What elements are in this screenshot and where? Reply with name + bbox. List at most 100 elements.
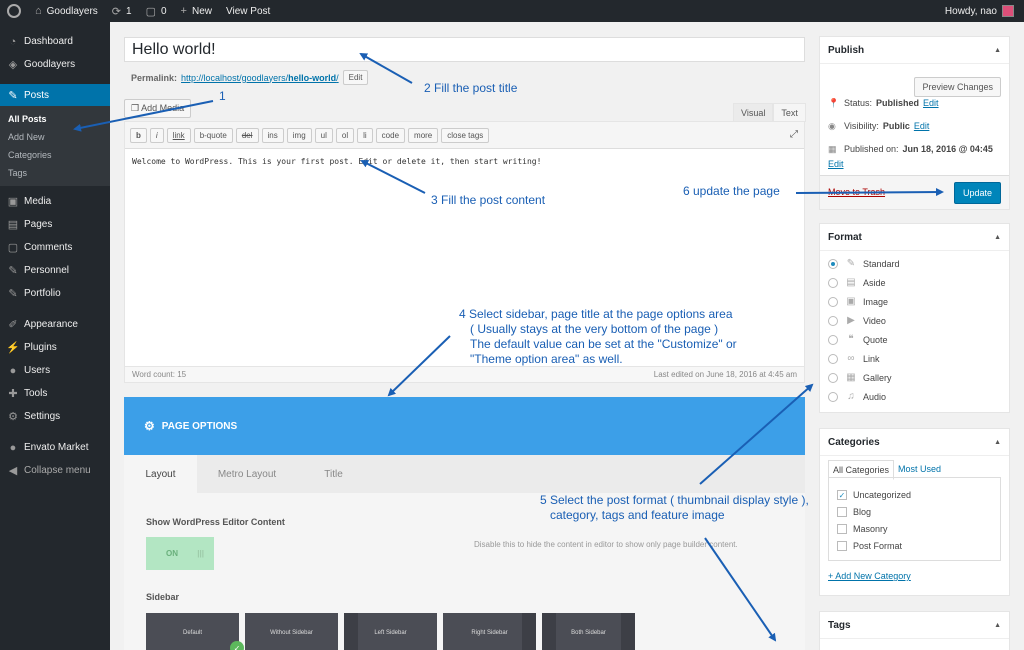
radio-button[interactable] xyxy=(828,296,838,307)
category-blog[interactable]: Blog xyxy=(837,507,871,517)
updates-link[interactable]: ⟳ 1 xyxy=(105,0,139,22)
format-option-audio[interactable]: ♫ Audio xyxy=(828,391,886,402)
menu-personnel[interactable]: ✎ Personnel xyxy=(0,259,110,282)
menu-comments[interactable]: ▢ Comments xyxy=(0,236,110,259)
submenu-all-posts[interactable]: All Posts xyxy=(0,110,110,128)
radio-button[interactable] xyxy=(828,315,838,326)
sidebar-option-without[interactable]: Without Sidebar xyxy=(245,613,338,650)
menu-media[interactable]: ▣ Media xyxy=(0,190,110,213)
collapse-arrow-icon[interactable]: ▲ xyxy=(994,234,1001,241)
wordpress-logo[interactable] xyxy=(0,0,28,22)
tab-visual[interactable]: Visual xyxy=(733,103,774,122)
qt-img-button[interactable]: img xyxy=(286,127,312,143)
submenu-tags[interactable]: Tags xyxy=(0,164,110,182)
wordpress-icon xyxy=(7,4,21,18)
menu-settings[interactable]: ⚙ Settings xyxy=(0,405,110,428)
menu-appearance[interactable]: ✐ Appearance xyxy=(0,313,110,336)
format-option-video[interactable]: ▶ Video xyxy=(828,315,886,326)
menu-goodlayers[interactable]: ◈ Goodlayers xyxy=(0,53,110,76)
qt-ul-button[interactable]: ul xyxy=(314,127,333,143)
sidebar-option-default[interactable]: Default ✓ xyxy=(146,613,244,650)
categories-box-header[interactable]: Categories ▲ xyxy=(820,429,1009,456)
qt-close-tags-button[interactable]: close tags xyxy=(441,127,490,143)
post-content-textarea[interactable]: Welcome to WordPress. This is your first… xyxy=(125,149,804,174)
menu-dashboard[interactable]: ◔ Dashboard xyxy=(0,30,110,53)
published-edit-link[interactable]: Edit xyxy=(828,159,844,169)
qt-link-button[interactable]: link xyxy=(166,127,191,143)
category-post-format[interactable]: Post Format xyxy=(837,541,902,551)
qt-code-button[interactable]: code xyxy=(375,127,406,143)
new-content-link[interactable]: + New xyxy=(174,0,219,22)
tab-text[interactable]: Text xyxy=(773,103,806,122)
annotation-4-line: The default value can be set at the "Cus… xyxy=(470,337,737,351)
format-option-standard[interactable]: ✎ Standard xyxy=(828,258,900,269)
checkbox[interactable] xyxy=(837,524,847,534)
radio-button[interactable] xyxy=(828,372,838,383)
submenu-add-new[interactable]: Add New xyxy=(0,128,110,146)
move-to-trash-link[interactable]: Move to Trash xyxy=(828,187,885,197)
show-editor-toggle[interactable]: ON ||| xyxy=(146,537,214,570)
format-option-gallery[interactable]: ▦ Gallery xyxy=(828,372,892,383)
menu-tools[interactable]: ✚ Tools xyxy=(0,382,110,405)
submenu-categories[interactable]: Categories xyxy=(0,146,110,164)
radio-button[interactable] xyxy=(828,334,838,345)
qt-del-button[interactable]: del xyxy=(235,127,259,143)
checkbox[interactable] xyxy=(837,507,847,517)
radio-button[interactable] xyxy=(828,391,838,402)
menu-envato-market[interactable]: ● Envato Market xyxy=(0,436,110,459)
pin-icon: ✎ xyxy=(8,89,18,102)
tab-title[interactable]: Title xyxy=(297,455,370,493)
qt-ins-button[interactable]: ins xyxy=(261,127,284,143)
format-option-image[interactable]: ▣ Image xyxy=(828,296,888,307)
menu-pages[interactable]: ▤ Pages xyxy=(0,213,110,236)
menu-users[interactable]: ● Users xyxy=(0,359,110,382)
permalink-link[interactable]: http://localhost/goodlayers/hello-world/ xyxy=(181,73,339,83)
radio-button[interactable] xyxy=(828,258,838,269)
checkbox[interactable] xyxy=(837,541,847,551)
qt-li-button[interactable]: li xyxy=(357,127,373,143)
format-option-quote[interactable]: ❝ Quote xyxy=(828,334,888,345)
format-box-header[interactable]: Format ▲ xyxy=(820,224,1009,251)
menu-plugins[interactable]: ⚡ Plugins xyxy=(0,336,110,359)
tags-box-header[interactable]: Tags ▲ xyxy=(820,612,1009,639)
publish-box-header[interactable]: Publish ▲ xyxy=(820,37,1009,64)
post-title-input[interactable]: Hello world! xyxy=(124,37,805,62)
comments-link[interactable]: ▢ 0 xyxy=(139,0,174,22)
view-post-link[interactable]: View Post xyxy=(219,0,277,22)
menu-posts[interactable]: ✎ Posts xyxy=(0,84,110,106)
add-new-category-link[interactable]: + Add New Category xyxy=(828,571,911,581)
preview-changes-button[interactable]: Preview Changes xyxy=(914,77,1001,97)
format-option-aside[interactable]: ▤ Aside xyxy=(828,277,886,288)
sidebar-option-right[interactable]: Right Sidebar xyxy=(443,613,536,650)
sidebar-option-left[interactable]: Left Sidebar xyxy=(344,613,437,650)
checkbox[interactable]: ✓ xyxy=(837,490,847,500)
account-menu[interactable]: Howdy, nao xyxy=(945,5,1024,17)
tab-layout[interactable]: Layout xyxy=(124,455,197,493)
sidebar-option-label: Default xyxy=(182,630,202,636)
visibility-edit-link[interactable]: Edit xyxy=(914,121,930,132)
qt-more-button[interactable]: more xyxy=(408,127,439,143)
qt-ol-button[interactable]: ol xyxy=(335,127,355,143)
format-option-link[interactable]: ∞ Link xyxy=(828,353,880,364)
radio-button[interactable] xyxy=(828,277,838,288)
collapse-arrow-icon[interactable]: ▲ xyxy=(994,439,1001,446)
add-media-button[interactable]: ❒ Add Media xyxy=(124,99,192,118)
update-button[interactable]: Update xyxy=(953,182,1001,204)
site-name-link[interactable]: ⌂ Goodlayers xyxy=(28,0,105,22)
permalink-edit-button[interactable]: Edit xyxy=(342,70,369,85)
category-masonry[interactable]: Masonry xyxy=(837,524,888,534)
sidebar-option-both[interactable]: Both Sidebar xyxy=(542,613,635,650)
collapse-arrow-icon[interactable]: ▲ xyxy=(994,622,1001,629)
collapse-arrow-icon[interactable]: ▲ xyxy=(994,47,1001,54)
radio-button[interactable] xyxy=(828,353,838,364)
fullscreen-icon[interactable]: ⤢ xyxy=(790,129,798,140)
collapse-menu[interactable]: ◀ Collapse menu xyxy=(0,459,110,482)
qt-bold-button[interactable]: b xyxy=(130,127,147,143)
qt-italic-button[interactable]: i xyxy=(149,127,164,143)
menu-portfolio[interactable]: ✎ Portfolio xyxy=(0,282,110,305)
qt-bquote-button[interactable]: b-quote xyxy=(193,127,233,143)
tab-metro-layout[interactable]: Metro Layout xyxy=(197,455,297,493)
status-edit-link[interactable]: Edit xyxy=(923,98,939,109)
category-uncategorized[interactable]: ✓ Uncategorized xyxy=(837,490,911,500)
home-icon: ⌂ xyxy=(35,5,42,17)
